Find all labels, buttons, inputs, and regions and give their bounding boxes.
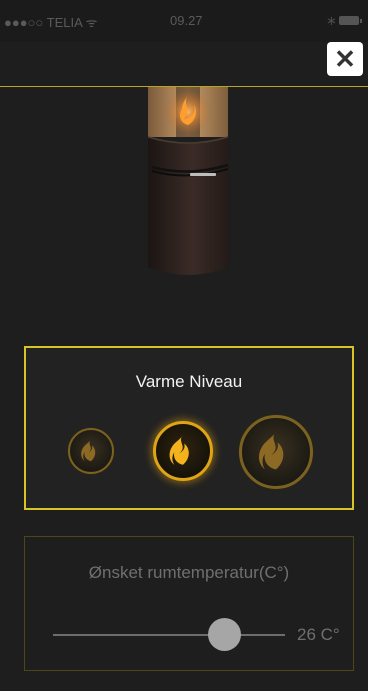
temperature-value: 26 C° xyxy=(297,625,340,644)
heat-level-medium-button[interactable] xyxy=(153,421,213,481)
heat-level-panel: Varme Niveau xyxy=(24,346,354,510)
status-clock: 09.27 xyxy=(170,13,203,28)
carrier-label: ●●●○○ TELIA ᯤ xyxy=(4,15,98,30)
room-temperature-panel: Ønsket rumtemperatur(C°) 26 C° xyxy=(24,536,354,671)
battery-icon xyxy=(339,16,362,25)
heat-level-high-button[interactable] xyxy=(239,415,313,489)
temperature-slider-track[interactable] xyxy=(53,634,285,636)
room-temperature-title: Ønsket rumtemperatur(C°) xyxy=(88,563,290,582)
heat-level-title: Varme Niveau xyxy=(135,372,243,391)
flame-icon xyxy=(81,439,96,462)
flame-icon xyxy=(169,434,189,465)
status-bar: ●●●○○ TELIA ᯤ 09.27 ∗ xyxy=(0,0,368,42)
stove-image xyxy=(147,87,229,275)
heat-level-low-button[interactable] xyxy=(68,428,114,474)
temperature-slider-thumb[interactable] xyxy=(208,618,242,651)
bluetooth-icon: ∗ xyxy=(326,13,337,28)
close-button[interactable]: ✕ xyxy=(327,42,363,76)
flame-icon xyxy=(258,431,284,470)
